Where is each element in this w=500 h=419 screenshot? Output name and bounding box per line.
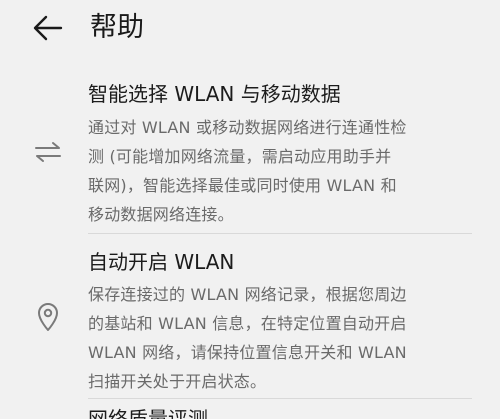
description-line: 扫描开关处于开启状态。 — [88, 372, 267, 391]
description-line: 移动数据网络连接。 — [88, 205, 234, 224]
item-title: 智能选择 WLAN 与移动数据 — [88, 82, 341, 106]
location-pin-icon — [30, 299, 66, 335]
swap-arrows-icon — [30, 134, 66, 170]
item-description: 通过对 WLAN 或移动数据网络进行连通性检 测 (可能增加网络流量，需启动应用… — [88, 113, 478, 229]
divider — [88, 398, 472, 399]
description-line: 测 (可能增加网络流量，需启动应用助手并 — [88, 147, 392, 166]
back-button[interactable] — [28, 10, 68, 46]
description-line: 的基站和 WLAN 信息，在特定位置自动开启 — [88, 314, 407, 333]
help-screen: 帮助 智能选择 WLAN 与移动数据 通过对 WLAN 或移动数据网络进行连通性… — [0, 0, 500, 419]
description-line: 通过对 WLAN 或移动数据网络进行连通性检 — [88, 118, 407, 137]
divider — [88, 233, 472, 234]
arrow-left-icon — [33, 15, 63, 41]
page-title: 帮助 — [90, 12, 144, 43]
description-line: 联网)，智能选择最佳或同时使用 WLAN 和 — [88, 176, 397, 195]
item-title: 网络质量评测 — [88, 407, 208, 419]
item-title: 自动开启 WLAN — [88, 250, 235, 274]
header: 帮助 — [0, 0, 500, 62]
description-line: WLAN 网络，请保持位置信息开关和 WLAN — [88, 343, 407, 362]
description-line: 保存连接过的 WLAN 网络记录，根据您周边 — [88, 285, 407, 304]
item-description: 保存连接过的 WLAN 网络记录，根据您周边 的基站和 WLAN 信息，在特定位… — [88, 280, 478, 396]
